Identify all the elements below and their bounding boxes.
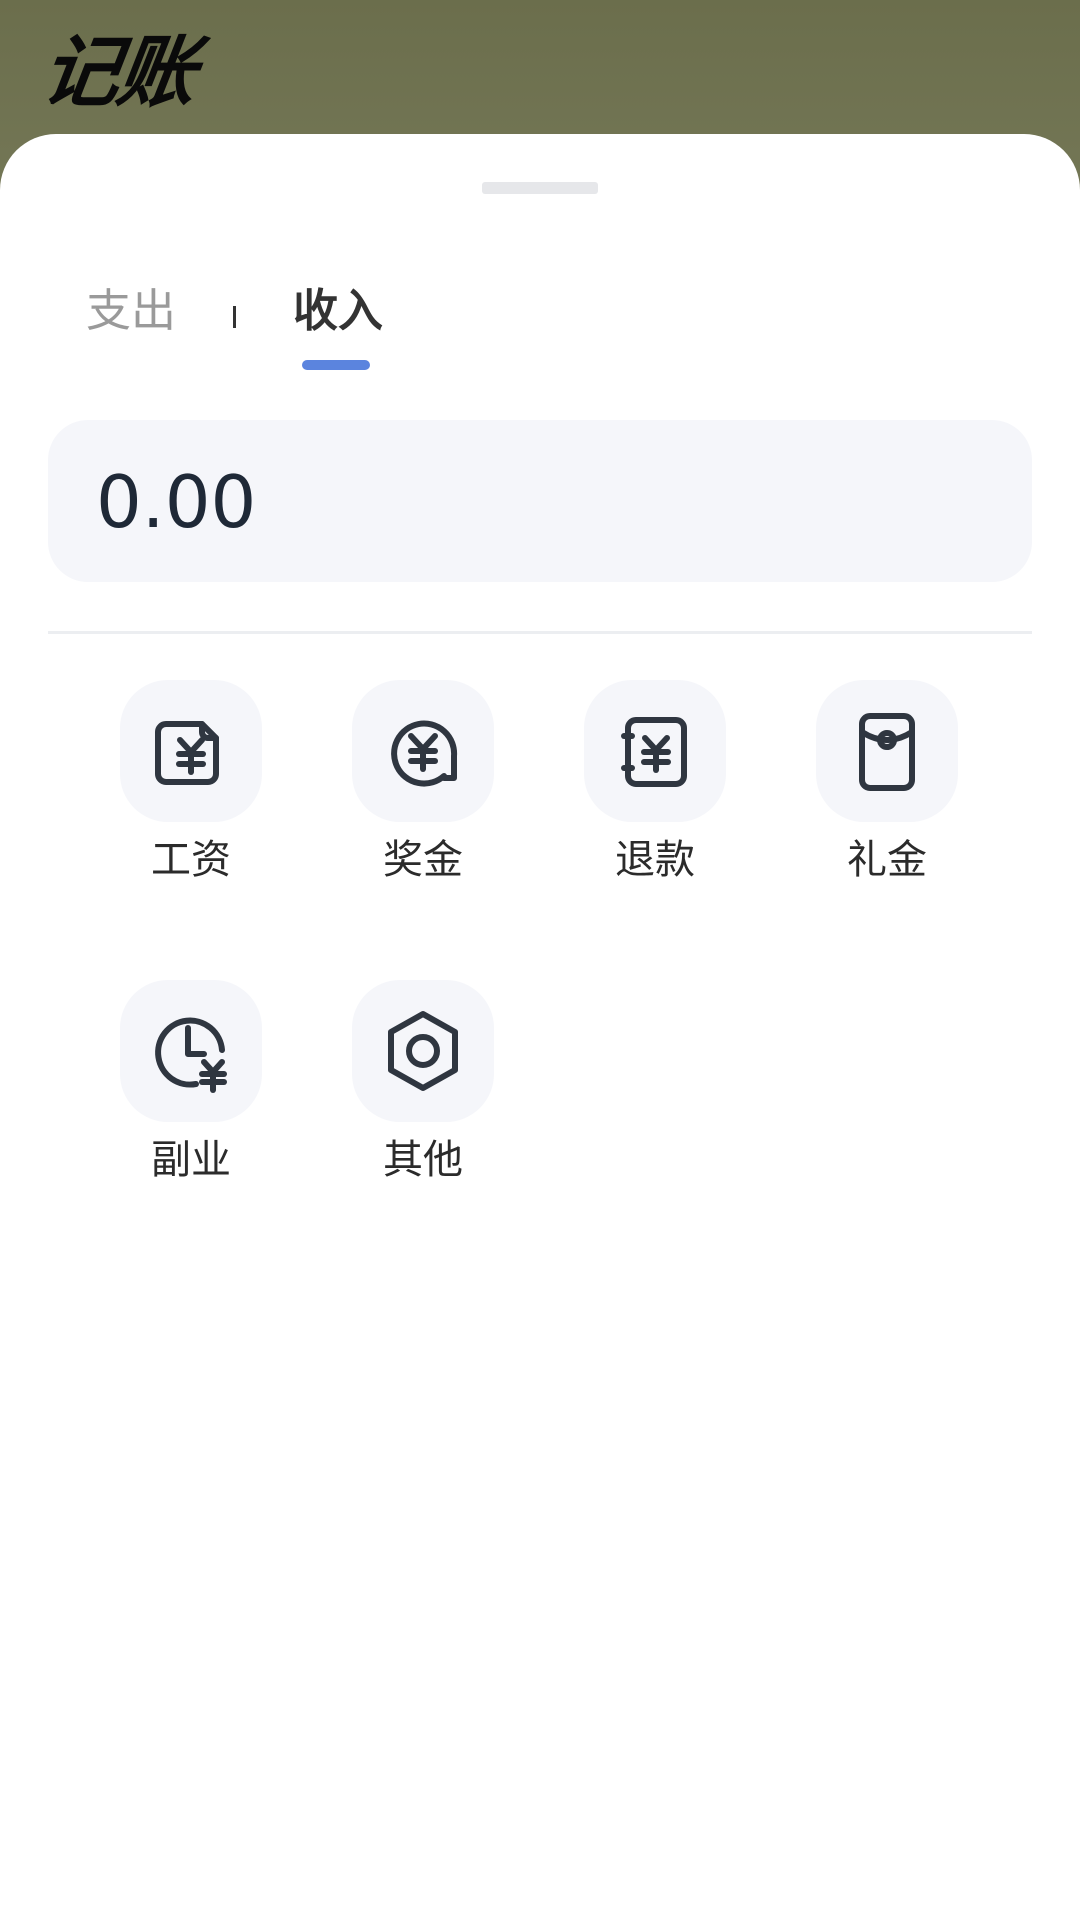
side-job-icon (155, 1017, 227, 1093)
gift-money-icon (859, 713, 915, 791)
active-tab-indicator (302, 360, 370, 370)
category-label: 其他 (383, 1137, 463, 1183)
category-salary[interactable]: 工资 (90, 680, 270, 900)
category-icon-box (816, 680, 958, 822)
category-icon-box (120, 980, 262, 1122)
category-gift-money[interactable]: 礼金 (786, 680, 966, 900)
separator (48, 631, 1032, 634)
refund-icon (621, 717, 687, 787)
other-icon (388, 1011, 458, 1091)
category-icon-box (352, 980, 494, 1122)
category-other[interactable]: 其他 (322, 980, 502, 1200)
drag-handle[interactable] (482, 182, 598, 194)
bonus-icon (391, 720, 458, 787)
category-label: 奖金 (383, 837, 463, 883)
tab-income[interactable]: 收入 (293, 288, 383, 333)
category-icon-box (352, 680, 494, 822)
category-label: 礼金 (847, 837, 927, 883)
category-label: 工资 (151, 837, 231, 883)
tab-divider (233, 306, 236, 328)
category-side-job[interactable]: 副业 (90, 980, 270, 1200)
category-icon-box (584, 680, 726, 822)
category-label: 副业 (151, 1137, 231, 1183)
category-label: 退款 (615, 837, 695, 883)
category-refund[interactable]: 退款 (554, 680, 734, 900)
salary-icon (155, 721, 219, 785)
app-title: 记账 (35, 28, 201, 118)
category-icon-box (120, 680, 262, 822)
amount-value: 0.00 (96, 460, 257, 544)
type-tabs: 支出 收入 (86, 288, 686, 388)
category-bonus[interactable]: 奖金 (322, 680, 502, 900)
amount-input[interactable]: 0.00 (48, 420, 1032, 582)
tab-expense[interactable]: 支出 (86, 288, 176, 333)
bottom-sheet: 支出 收入 0.00 工资 奖金 退款 礼金 副业 其他 (0, 134, 1080, 1920)
